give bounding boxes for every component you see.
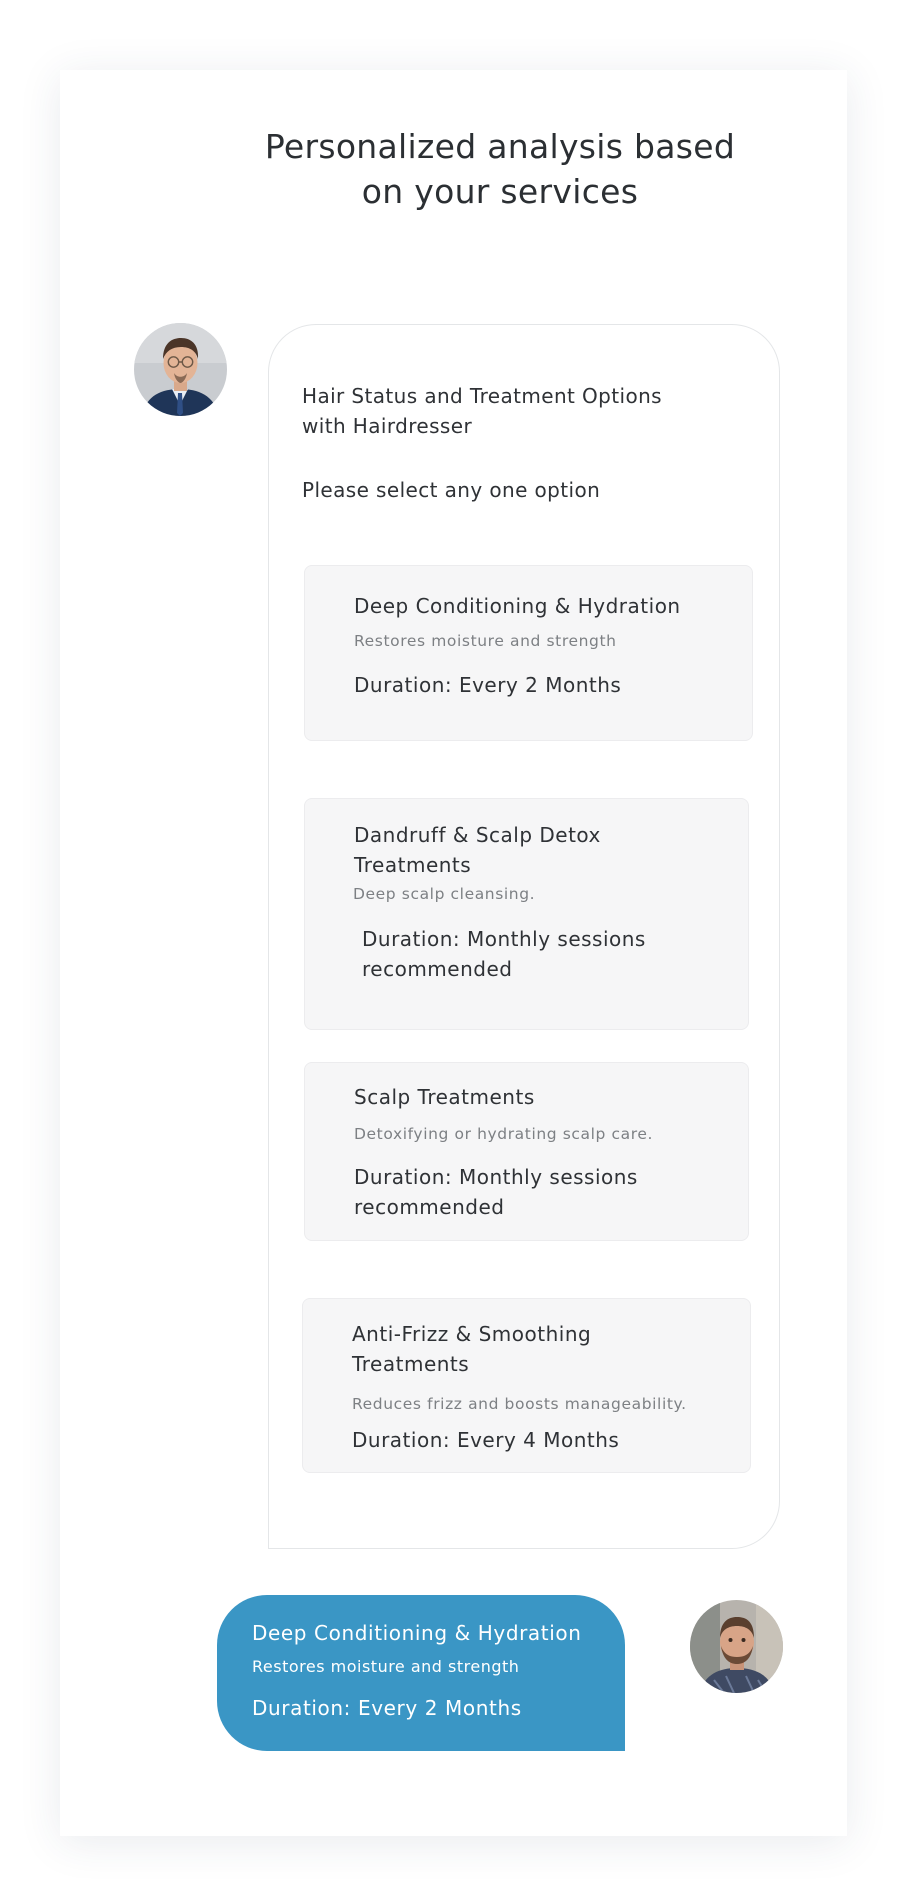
option-title: Deep Conditioning & Hydration <box>354 594 681 618</box>
option-description: Deep scalp cleansing. <box>353 885 536 903</box>
option-title: Scalp Treatments <box>354 1085 535 1109</box>
user-message-duration: Duration: Every 2 Months <box>252 1696 522 1720</box>
agent-avatar <box>134 323 227 416</box>
agent-message-instruction: Please select any one option <box>302 478 601 502</box>
option-dandruff-scalp-detox[interactable]: Dandruff & Scalp Detox Treatments Deep s… <box>304 798 749 1030</box>
user-message-bubble: Deep Conditioning & Hydration Restores m… <box>217 1595 625 1751</box>
option-duration: Duration: Every 2 Months <box>354 673 622 697</box>
agent-message-heading: Hair Status and Treatment Options with H… <box>302 384 662 438</box>
option-title: Dandruff & Scalp Detox Treatments <box>354 823 601 877</box>
user-message-title: Deep Conditioning & Hydration <box>252 1621 582 1645</box>
option-duration: Duration: Every 4 Months <box>352 1428 620 1452</box>
option-title: Anti-Frizz & Smoothing Treatments <box>352 1322 592 1376</box>
page-title: Personalized analysis based on your serv… <box>60 124 907 214</box>
user-message-description: Restores moisture and strength <box>252 1657 520 1676</box>
option-anti-frizz-smoothing[interactable]: Anti-Frizz & Smoothing Treatments Reduce… <box>302 1298 751 1473</box>
page-title-line-1: Personalized analysis based <box>264 127 736 166</box>
option-scalp-treatments[interactable]: Scalp Treatments Detoxifying or hydratin… <box>304 1062 749 1241</box>
option-description: Reduces frizz and boosts manageability. <box>352 1395 687 1413</box>
agent-message-bubble: Hair Status and Treatment Options with H… <box>268 324 780 1549</box>
option-duration: Duration: Monthly sessions recommended <box>354 1165 638 1219</box>
user-avatar <box>690 1600 783 1693</box>
option-deep-conditioning[interactable]: Deep Conditioning & Hydration Restores m… <box>304 565 753 741</box>
page-title-line-2: on your services <box>361 172 639 211</box>
option-duration: Duration: Monthly sessions recommended <box>362 927 646 981</box>
option-description: Restores moisture and strength <box>354 632 617 650</box>
option-description: Detoxifying or hydrating scalp care. <box>354 1125 654 1143</box>
